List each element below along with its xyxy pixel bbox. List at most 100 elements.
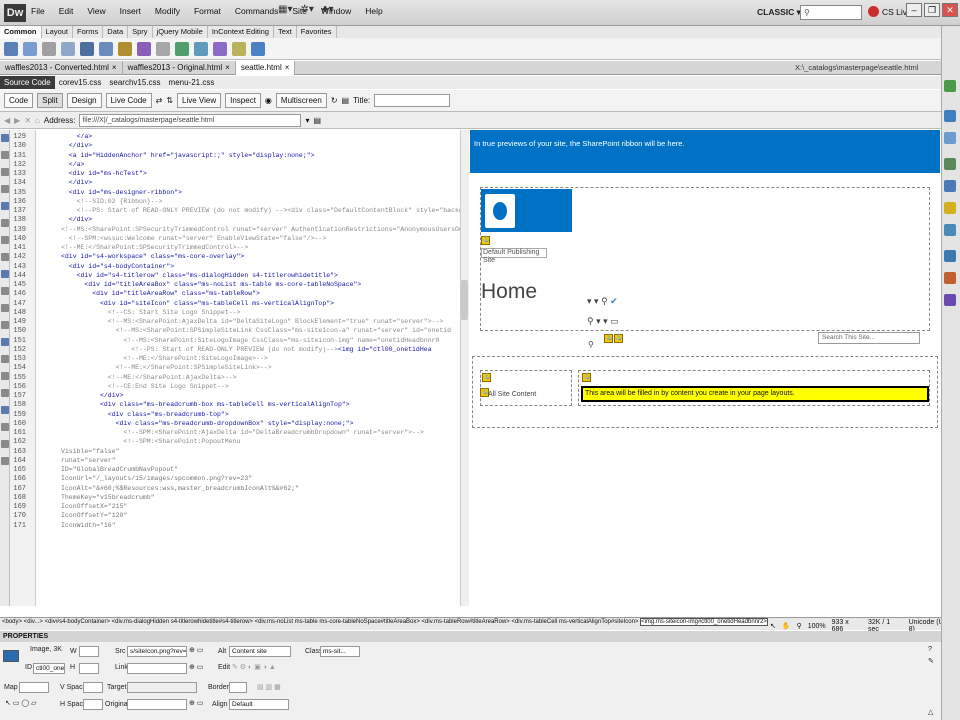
prop-h-field[interactable] xyxy=(79,663,99,674)
coding-tool-icon[interactable] xyxy=(1,457,9,465)
content-area-placeholder[interactable]: This area will be filled in by content y… xyxy=(581,386,929,402)
images-icon[interactable] xyxy=(118,42,132,56)
stop-icon[interactable]: ✕ xyxy=(24,116,31,125)
quick-tag-icon[interactable]: ✎ xyxy=(928,657,934,665)
search-scope-icon[interactable]: ⚲ xyxy=(588,340,594,349)
hyperlink-icon[interactable] xyxy=(4,42,18,56)
code-view[interactable]: </a> </div> <a id="HiddenAnchor" href="jav… xyxy=(36,130,460,606)
nav-dropdown-icon[interactable]: ▾ ▾ xyxy=(587,296,599,306)
code-line[interactable]: <!--MS:<SharePoint:SiteLogoImage CssClas… xyxy=(123,337,439,344)
code-line[interactable]: <!--CE:End Site Logo Snippet--> xyxy=(108,383,229,390)
css-panel-icon[interactable] xyxy=(944,110,956,122)
prop-original-field[interactable] xyxy=(127,699,187,710)
menu-format[interactable]: Format xyxy=(193,6,222,16)
table-icon[interactable] xyxy=(80,42,94,56)
document-tab[interactable]: waffles2013 - Original.html × xyxy=(123,60,236,75)
site-icon[interactable]: ♣▾ xyxy=(322,4,334,15)
preview-browser-icon[interactable]: ◉ xyxy=(265,96,272,105)
zoom-level[interactable]: 100% xyxy=(808,623,826,630)
code-line[interactable]: <div class="ms-breadcrumb-box ms-tableCe… xyxy=(100,401,350,408)
code-line[interactable]: <!--ME:</SharePoint:AjaxDelta>--> xyxy=(108,374,237,381)
code-scrollbar[interactable] xyxy=(460,130,469,606)
code-line[interactable]: </div> xyxy=(69,179,92,186)
insert-tab-text[interactable]: Text xyxy=(274,26,297,38)
code-line[interactable]: <!--SPM:<SharePoint:AjaxDelta id="DeltaB… xyxy=(123,429,423,436)
email-link-icon[interactable] xyxy=(23,42,37,56)
code-line[interactable]: <!--ME:</SharePoint:SPSimpleSiteLink>--> xyxy=(116,364,272,371)
tag-selector[interactable]: <body> <div...> <div#s4-bodyContainer> <… xyxy=(2,618,768,626)
compare-icon[interactable]: ⇄ xyxy=(156,96,163,105)
search-site-input[interactable]: Search This Site... xyxy=(818,332,920,344)
prop-id-field[interactable]: ctl00_onetic xyxy=(33,663,65,674)
insert-tab-data[interactable]: Data xyxy=(103,26,129,38)
coding-tool-icon[interactable] xyxy=(1,236,9,244)
link-browse-icon[interactable]: ⊕ ▭ xyxy=(189,663,203,671)
close-tab-icon[interactable]: × xyxy=(109,63,117,72)
date-icon[interactable] xyxy=(156,42,170,56)
code-line[interactable]: IconWidth="16" xyxy=(61,522,116,529)
code-line[interactable]: Visible="false" xyxy=(61,448,120,455)
prop-map-field[interactable] xyxy=(19,682,49,693)
coding-tool-icon[interactable] xyxy=(1,321,9,329)
code-line[interactable]: </div> xyxy=(69,216,92,223)
code-line[interactable]: <a id="HiddenAnchor" href="javascript:;"… xyxy=(69,152,315,159)
coding-tool-icon[interactable] xyxy=(1,270,9,278)
related-file[interactable]: corev15.css xyxy=(55,76,106,89)
minimize-button[interactable]: – xyxy=(906,3,922,17)
prop-class-field[interactable]: ms-sit... xyxy=(320,646,360,657)
selected-code[interactable]: <img id="ctl00_onetidHea xyxy=(338,346,432,353)
help-icon[interactable]: ? xyxy=(928,646,932,653)
close-tab-icon[interactable]: × xyxy=(282,63,290,72)
snippets-icon[interactable] xyxy=(944,202,956,214)
browser-options-icon[interactable]: ▤ xyxy=(313,116,321,125)
div-icon[interactable] xyxy=(99,42,113,56)
media-icon[interactable] xyxy=(137,42,151,56)
coding-tool-icon[interactable] xyxy=(1,287,9,295)
code-line[interactable]: <div id="ms-designer-ribbon"> xyxy=(69,189,182,196)
code-scrollbar-thumb[interactable] xyxy=(461,280,468,320)
files-panel-icon[interactable] xyxy=(944,224,956,236)
page-title-home[interactable]: Home xyxy=(481,280,537,304)
coding-tool-icon[interactable] xyxy=(1,202,9,210)
insert-tab-spry[interactable]: Spry xyxy=(128,26,153,38)
comment-icon[interactable] xyxy=(194,42,208,56)
coding-tool-icon[interactable] xyxy=(1,168,9,176)
all-site-content-link[interactable]: All Site Content xyxy=(488,391,536,398)
insert-tab-jquery-mobile[interactable]: jQuery Mobile xyxy=(153,26,208,38)
restore-button[interactable]: ❐ xyxy=(924,3,940,17)
code-line[interactable]: <div id="s4-titlerow" class="ms-dialogHi… xyxy=(77,272,338,279)
nav-check-icon[interactable]: ✔ xyxy=(610,296,618,306)
layout-icon[interactable]: ▦▾ xyxy=(278,4,292,15)
nav-search-icon[interactable]: ⚲ xyxy=(601,296,608,306)
src-browse-icon[interactable]: ⊕ ▭ xyxy=(189,646,203,654)
coding-tool-icon[interactable] xyxy=(1,372,9,380)
properties-header[interactable]: PROPERTIES xyxy=(0,631,942,642)
script-icon[interactable] xyxy=(232,42,246,56)
workspace-switcher[interactable]: CLASSIC ▾ xyxy=(757,7,801,18)
code-line[interactable]: <div id="s4-workspace" class="ms-core-ov… xyxy=(61,253,244,260)
coding-tool-icon[interactable] xyxy=(1,253,9,261)
code-line[interactable]: <div id="titleAreaBox" class="ms-noList … xyxy=(84,281,361,288)
inspect-button[interactable]: Inspect xyxy=(225,93,261,108)
code-line[interactable]: </a> xyxy=(77,133,93,140)
select-tool-icon[interactable]: ↖ xyxy=(770,622,776,630)
edit-search-icon[interactable]: ⚲ xyxy=(587,316,594,326)
code-line[interactable]: <!--SID:02 {Ribbon}--> xyxy=(77,198,163,205)
live-code-button[interactable]: Live Code xyxy=(105,93,152,108)
code-line[interactable]: runat="server" xyxy=(61,457,116,464)
related-file[interactable]: searchv15.css xyxy=(105,76,164,89)
templates-icon[interactable] xyxy=(251,42,265,56)
code-line[interactable]: IconOffsetX="215" xyxy=(61,503,127,510)
menu-commands[interactable]: Commands xyxy=(234,6,279,16)
document-title-input[interactable] xyxy=(374,94,451,107)
code-line[interactable]: IconOffsetY="120" xyxy=(61,512,127,519)
multiscreen-button[interactable]: Multiscreen xyxy=(275,93,327,108)
coding-tool-icon[interactable] xyxy=(1,151,9,159)
insert-tab-layout[interactable]: Layout xyxy=(42,26,74,38)
code-line[interactable]: </a> xyxy=(69,161,85,168)
code-line[interactable]: ThemeKey="v15breadcrumb" xyxy=(61,494,155,501)
server-side-include-icon[interactable] xyxy=(175,42,189,56)
zoom-tool-icon[interactable]: ⚲ xyxy=(797,622,802,630)
forward-icon[interactable]: ▶ xyxy=(14,116,20,125)
prop-w-field[interactable] xyxy=(79,646,99,657)
